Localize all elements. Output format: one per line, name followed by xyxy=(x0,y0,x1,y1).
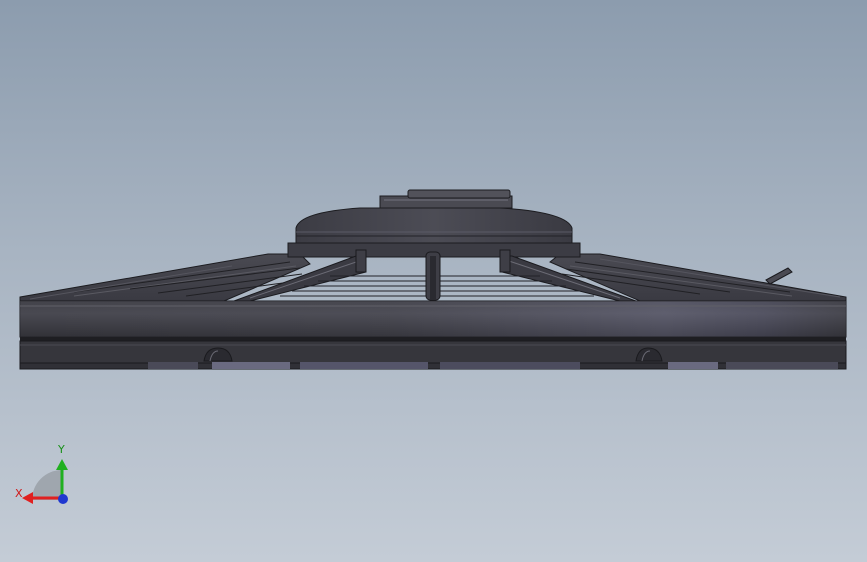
y-axis-arrowhead xyxy=(56,459,68,470)
z-axis-dot xyxy=(58,494,68,504)
axis-y-label: Y xyxy=(58,443,65,456)
connector-rod xyxy=(765,267,793,285)
triad-plane-shade xyxy=(32,470,62,500)
x-axis-arrowhead xyxy=(22,492,33,504)
motor-dome xyxy=(287,189,581,258)
graphics-viewport[interactable]: X Y xyxy=(0,0,867,562)
reference-triad xyxy=(22,459,68,504)
outer-ring xyxy=(19,300,847,364)
model-canvas[interactable] xyxy=(0,0,867,562)
axis-x-label: X xyxy=(15,487,23,500)
